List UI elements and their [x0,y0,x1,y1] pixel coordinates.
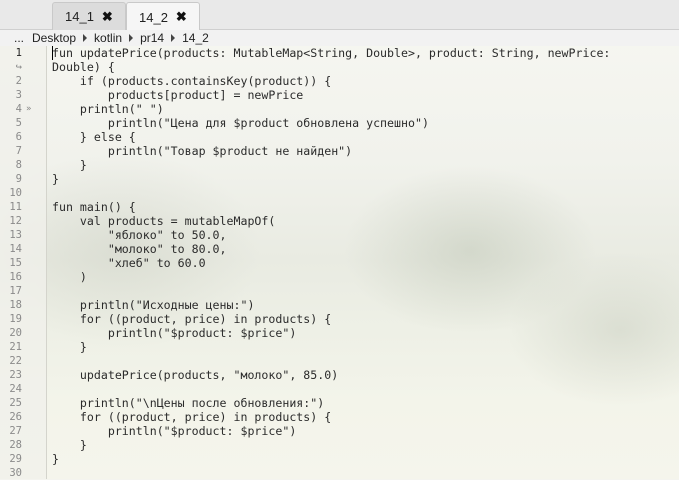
breadcrumb-14-2[interactable]: 14_2 [182,31,209,45]
line-number: 25 [9,397,22,409]
breadcrumb-kotlin[interactable]: kotlin [94,31,122,45]
code-line: println("Цена для $product обновлена усп… [52,116,429,130]
code-line: products[product] = newPrice [52,88,304,102]
code-line: updatePrice(products, "молоко", 85.0) [52,368,339,382]
tab-14-1[interactable]: 14_1 ✖ [52,2,126,30]
line-number: 24 [9,383,22,395]
line-number: 11 [9,201,22,213]
code-line: "хлеб" to 60.0 [52,256,206,270]
line-number: 19 [9,313,22,325]
text-cursor [52,46,53,60]
code-line: "яблоко" to 50.0, [52,228,227,242]
line-number: 15 [9,257,22,269]
chevron-right-icon [129,34,134,42]
code-line: for ((product, price) in products) { [52,410,332,424]
code-line: } [52,452,59,466]
code-line: val products = mutableMapOf( [52,214,276,228]
tab-bar: 14_1 ✖ 14_2 ✖ [0,0,679,31]
line-number: 10 [9,187,22,199]
line-number: 22 [9,355,22,367]
line-number: 7 [15,145,22,157]
code-line: ) [52,270,87,284]
breadcrumb-desktop[interactable]: Desktop [32,31,76,45]
tab-label: 14_1 [65,9,94,24]
code-line: println(" ") [52,102,164,116]
line-number: 9 [15,173,22,185]
chevron-right-icon [83,34,88,42]
code-line: println("$product: $price") [52,424,297,438]
line-number: 2 [15,75,22,87]
code-line: println("\nЦены после обновления:") [52,396,325,410]
line-number-gutter: 1 ↪ 2 3 4 5 6 7 8 9 10 11 12 13 14 15 16… [0,46,47,479]
code-line: "молоко" to 80.0, [52,242,227,256]
breadcrumb: ... Desktop kotlin pr14 14_2 [0,30,679,46]
code-line: fun updatePrice(products: MutableMap<Str… [52,46,611,60]
line-number: 14 [9,243,22,255]
code-line: } [52,438,87,452]
tab-14-2[interactable]: 14_2 ✖ [126,2,200,31]
code-line: } [52,172,59,186]
line-number: 20 [9,327,22,339]
code-line: Double) { [52,60,115,74]
line-number: 4 [15,103,22,115]
line-number: 1 [15,47,22,59]
code-line: println("Товар $product не найден") [52,144,353,158]
code-editor[interactable]: fun updatePrice(products: MutableMap<Str… [52,46,679,479]
code-line: } [52,158,87,172]
fold-icon[interactable]: » [26,102,32,116]
line-number: 21 [9,341,22,353]
line-number: 17 [9,285,22,297]
line-number: 26 [9,411,22,423]
close-icon[interactable]: ✖ [176,9,187,25]
chevron-right-icon [171,34,176,42]
line-number: 13 [9,229,22,241]
code-line: if (products.containsKey(product)) { [52,74,332,88]
line-number: 30 [9,467,22,479]
line-number: 5 [15,117,22,129]
wrap-icon: ↪ [15,61,22,73]
line-number: 6 [15,131,22,143]
line-number: 27 [9,425,22,437]
close-icon[interactable]: ✖ [102,9,113,25]
code-line: } else { [52,130,136,144]
breadcrumb-pr14[interactable]: pr14 [140,31,164,45]
code-line: for ((product, price) in products) { [52,312,332,326]
line-number: 12 [9,215,22,227]
tab-label: 14_2 [139,9,168,25]
line-number: 23 [9,369,22,381]
code-line: println("Исходные цены:") [52,298,255,312]
line-number: 18 [9,299,22,311]
line-number: 28 [9,439,22,451]
line-number: 16 [9,271,22,283]
line-number: 29 [9,453,22,465]
code-line: fun main() { [52,200,136,214]
line-number: 3 [15,89,22,101]
line-number: 8 [15,159,22,171]
code-line: println("$product: $price") [52,326,297,340]
code-line: } [52,340,87,354]
breadcrumb-ellipsis[interactable]: ... [14,31,24,45]
